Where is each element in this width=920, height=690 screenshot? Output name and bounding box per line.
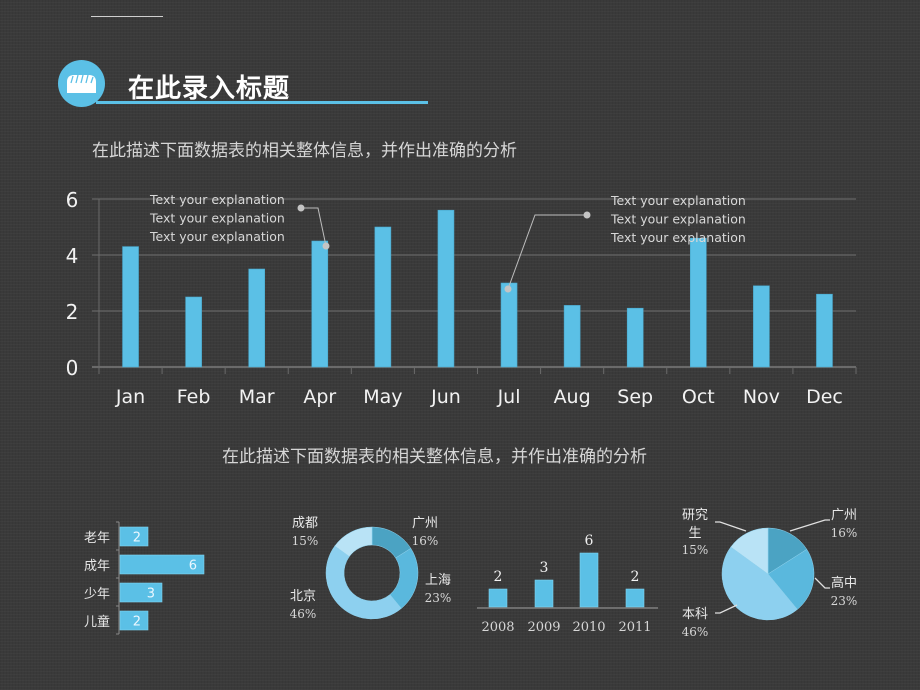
x-tick-label: Jun [430,386,461,408]
x-tick-label: Aug [554,386,591,408]
annotation-jul-dot [583,211,591,219]
bar-jul [500,282,518,368]
donut-percent: 23% [425,591,452,605]
donut-label: 北京 [290,589,316,604]
annotation-jul-dot [504,285,512,293]
bread-icon [67,74,96,93]
bar-dec [816,293,833,368]
hbar-bar [119,582,163,603]
pie-leader-line [715,521,747,532]
annotation-jul-text: Text your explanation [610,193,746,208]
year-category-label: 2009 [527,620,560,635]
annotation-apr-dot [297,204,305,212]
x-tick-label: Jul [497,386,521,408]
year-category-label: 2010 [572,620,605,635]
bar-nov [753,285,770,368]
hbar-value-label: 3 [147,587,155,602]
year-bar [579,552,599,608]
pie-percent: 23% [831,594,858,608]
city-donut-chart: 广州 16% 上海 23% 北京 46% 成都 15% [290,516,452,621]
description-bottom: 在此描述下面数据表的相关整体信息，并作出准确的分析 [222,447,647,467]
bar-mar [248,268,266,368]
top-divider-line [91,16,163,17]
bar-aug [563,305,581,368]
year-bar [534,579,554,608]
x-tick-label: May [363,386,402,408]
donut-percent: 16% [412,534,439,548]
pie-percent: 16% [831,526,858,540]
page-title: 在此录入标题 [128,74,291,104]
donut-label: 成都 [292,516,318,531]
annotation-apr-dot [322,242,330,250]
year-value-label: 2 [631,569,640,585]
hbar-value-label: 2 [133,531,141,546]
hbar-category-label: 儿童 [84,614,110,630]
hbar-category-label: 老年 [84,531,110,546]
pie-label: 研究 [682,508,708,523]
annotation-apr-text: Text your explanation [149,192,285,207]
age-bar-chart: 2 老年 6 成年 3 少年 2 儿童 [84,521,205,635]
y-tick-label: 6 [66,188,79,212]
bar-apr [311,240,329,368]
year-category-label: 2011 [618,620,651,635]
donut-slice [325,545,402,620]
year-bar [625,588,645,608]
bar-jan [122,246,139,368]
year-value-label: 3 [540,560,549,576]
hbar-category-label: 少年 [84,587,110,602]
donut-percent: 46% [290,607,317,621]
bar-may [374,226,392,368]
annotation-jul-text: Text your explanation [610,230,746,245]
education-pie-chart: 广州 16% 高中 23% 本科 46% 研究生 15% [682,508,858,639]
x-tick-label: Jan [115,386,145,408]
x-tick-label: Mar [239,386,275,408]
x-tick-label: Nov [743,386,780,408]
year-category-label: 2008 [481,620,514,635]
pie-label: 生 [688,526,701,541]
year-value-label: 2 [494,569,503,585]
hbar-value-label: 2 [133,615,141,630]
pie-label: 高中 [831,575,857,591]
annotation-jul-leader-line [507,214,587,290]
bar-feb [185,296,202,368]
pie-percent: 15% [682,543,709,557]
annotation-apr-text: Text your explanation [149,211,285,226]
pie-leader-line [789,519,830,532]
pie-leader-line [715,604,738,614]
annotation-apr-text: Text your explanation [149,229,285,244]
bar-sep [626,307,644,368]
pie-label: 广州 [831,508,857,523]
y-tick-label: 2 [66,300,79,324]
x-tick-label: Apr [303,386,336,408]
year-bar [488,588,508,608]
x-tick-label: Oct [682,386,715,408]
x-tick-label: Sep [617,386,653,408]
description-top: 在此描述下面数据表的相关整体信息，并作出准确的分析 [92,141,517,161]
hbar-value-label: 6 [189,559,197,574]
year-value-label: 6 [585,533,594,549]
x-tick-label: Dec [806,386,843,408]
bar-jun [437,209,455,368]
donut-label: 上海 [425,573,451,588]
donut-label: 广州 [412,516,438,531]
year-bar-chart: 2 2008 3 2009 6 2010 2 2011 [477,533,658,635]
pie-label: 本科 [682,607,708,622]
title-badge [58,60,105,107]
pie-leader-line [814,577,830,589]
monthly-bar-chart: 0 2 4 6 Jan Feb Mar Apr May Jun Jul Aug Sep Oct Nov Dec… [66,188,857,408]
hbar-category-label: 成年 [84,559,110,574]
annotation-apr-leader-line [301,207,327,247]
pie-percent: 46% [682,625,709,639]
bar-oct [689,237,707,368]
y-tick-label: 4 [66,244,79,268]
donut-percent: 15% [292,534,319,548]
y-tick-label: 0 [66,356,79,380]
x-tick-label: Feb [177,386,211,408]
annotation-jul-text: Text your explanation [610,212,746,227]
